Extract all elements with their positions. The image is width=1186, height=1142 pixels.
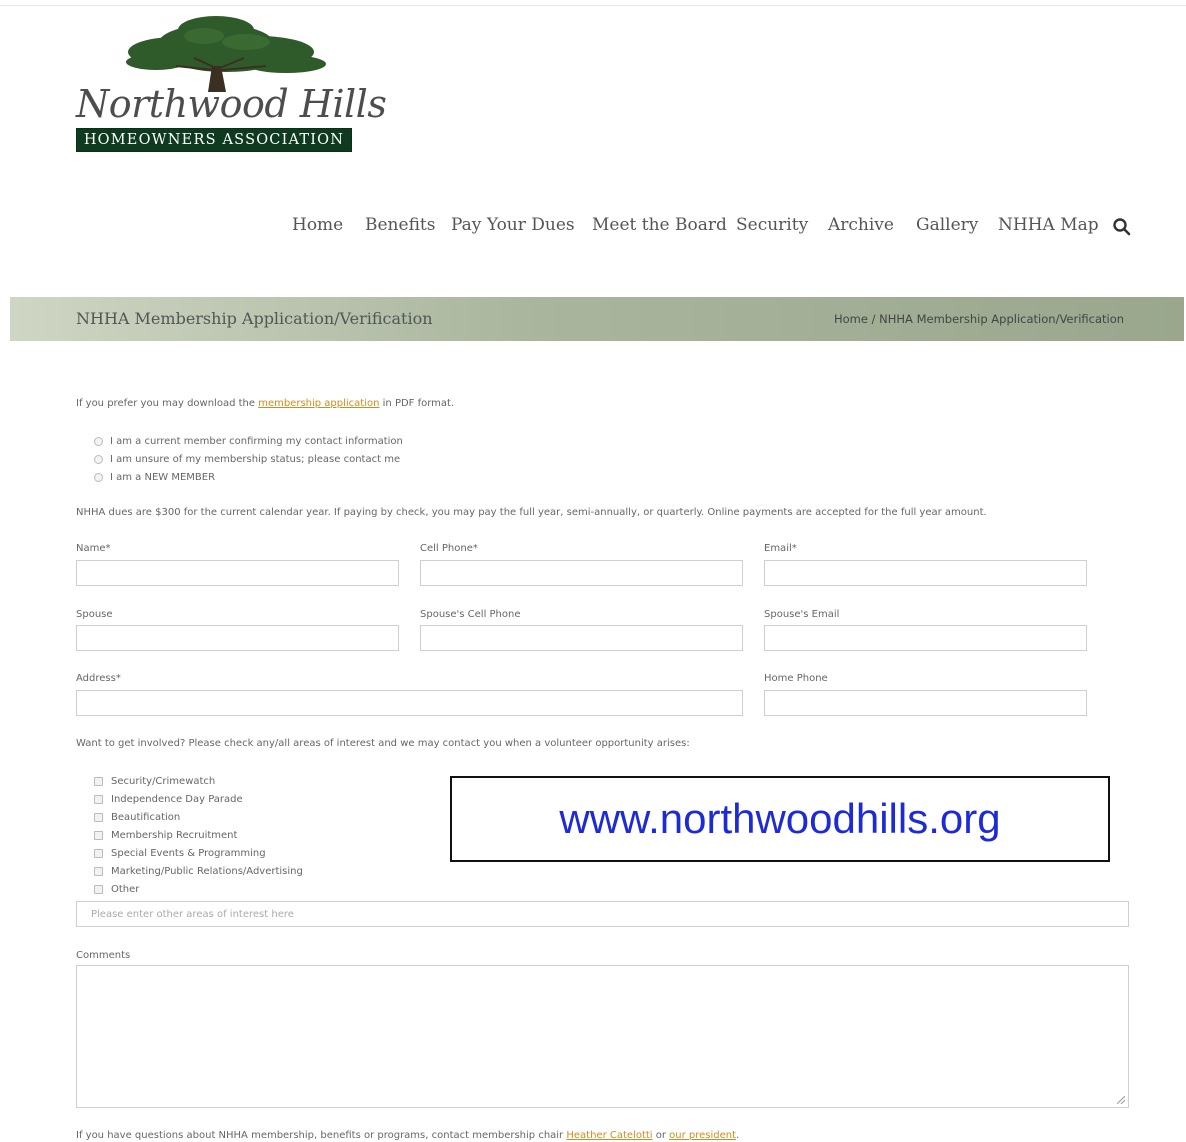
- nav-gallery[interactable]: Gallery: [916, 215, 978, 235]
- interest-option-label: Membership Recruitment: [111, 829, 238, 841]
- interest-option[interactable]: Membership Recruitment: [94, 826, 303, 844]
- breadcrumb-home-link[interactable]: Home: [834, 312, 868, 326]
- name-input[interactable]: [76, 560, 399, 586]
- interest-option[interactable]: Independence Day Parade: [94, 790, 303, 808]
- interest-option-label: Security/Crimewatch: [111, 775, 216, 787]
- footer-text-after: .: [736, 1130, 740, 1141]
- email-label: Email*: [764, 543, 797, 554]
- interest-option-label: Independence Day Parade: [111, 793, 243, 805]
- status-option-unsure[interactable]: I am unsure of my membership status; ple…: [94, 450, 403, 468]
- checkbox[interactable]: [94, 794, 103, 804]
- checkbox[interactable]: [94, 812, 103, 822]
- breadcrumb-current: NHHA Membership Application/Verification: [879, 312, 1125, 326]
- spouse-cell-input[interactable]: [420, 625, 743, 651]
- page-title: NHHA Membership Application/Verification: [76, 309, 433, 328]
- checkbox[interactable]: [94, 866, 103, 876]
- checkbox[interactable]: [94, 848, 103, 858]
- interest-option-label: Beautification: [111, 811, 181, 823]
- logo-script-text: Northwood Hills: [76, 82, 387, 126]
- interest-option-label: Marketing/Public Relations/Advertising: [111, 865, 303, 877]
- status-option-new[interactable]: I am a NEW MEMBER: [94, 468, 403, 486]
- radio-button[interactable]: [94, 436, 103, 446]
- president-link[interactable]: our president: [669, 1130, 736, 1141]
- top-divider: [0, 5, 1186, 6]
- home-phone-label: Home Phone: [764, 673, 828, 684]
- breadcrumb-separator: /: [867, 312, 880, 326]
- checkbox[interactable]: [94, 884, 103, 894]
- home-phone-input[interactable]: [764, 690, 1087, 716]
- interest-checkbox-group: Security/Crimewatch Independence Day Par…: [94, 772, 303, 898]
- comments-textarea[interactable]: [76, 965, 1129, 1108]
- membership-status-group: I am a current member confirming my cont…: [94, 432, 403, 486]
- address-input[interactable]: [76, 690, 743, 716]
- spouse-email-input[interactable]: [764, 625, 1087, 651]
- status-option-label: I am a current member confirming my cont…: [110, 435, 403, 447]
- nav-nhha-map[interactable]: NHHA Map: [998, 215, 1099, 235]
- radio-button[interactable]: [94, 472, 103, 482]
- spouse-label: Spouse: [76, 609, 113, 620]
- intro-text: If you prefer you may download the membe…: [76, 398, 454, 409]
- status-option-label: I am unsure of my membership status; ple…: [110, 453, 401, 465]
- logo-band: HOMEOWNERS ASSOCIATION: [76, 128, 352, 152]
- nav-benefits[interactable]: Benefits: [365, 215, 435, 235]
- dues-text: NHHA dues are $300 for the current calen…: [76, 507, 987, 518]
- nav-home[interactable]: Home: [292, 215, 343, 235]
- website-watermark-text: www.northwoodhills.org: [559, 795, 1001, 842]
- checkbox[interactable]: [94, 776, 103, 786]
- footer-text-middle: or: [652, 1130, 670, 1141]
- interest-option[interactable]: Special Events & Programming: [94, 844, 303, 862]
- nav-security[interactable]: Security: [736, 215, 808, 235]
- name-label: Name*: [76, 543, 111, 554]
- interest-option-label: Other: [111, 883, 140, 895]
- involvement-prompt: Want to get involved? Please check any/a…: [76, 738, 690, 749]
- checkbox[interactable]: [94, 830, 103, 840]
- address-label: Address*: [76, 673, 121, 684]
- intro-text-after: in PDF format.: [379, 398, 455, 409]
- status-option-label: I am a NEW MEMBER: [110, 471, 216, 483]
- radio-button[interactable]: [94, 454, 103, 464]
- interest-option[interactable]: Beautification: [94, 808, 303, 826]
- interest-option[interactable]: Marketing/Public Relations/Advertising: [94, 862, 303, 880]
- cell-phone-input[interactable]: [420, 560, 743, 586]
- nav-pay-your-dues[interactable]: Pay Your Dues: [451, 215, 575, 235]
- membership-chair-link[interactable]: Heather Catelotti: [566, 1130, 652, 1141]
- footer-text-before: If you have questions about NHHA members…: [76, 1130, 567, 1141]
- nav-meet-the-board[interactable]: Meet the Board: [592, 215, 727, 235]
- footer-contact-text: If you have questions about NHHA members…: [76, 1130, 739, 1141]
- resize-handle-icon[interactable]: [1117, 1096, 1125, 1104]
- interest-option[interactable]: Security/Crimewatch: [94, 772, 303, 790]
- cell-phone-label: Cell Phone*: [420, 543, 478, 554]
- website-watermark: www.northwoodhills.org: [450, 776, 1110, 862]
- status-option-current[interactable]: I am a current member confirming my cont…: [94, 432, 403, 450]
- breadcrumb: Home / NHHA Membership Application/Verif…: [834, 312, 1124, 326]
- other-interests-input[interactable]: Please enter other areas of interest her…: [76, 901, 1129, 927]
- email-input[interactable]: [764, 560, 1087, 586]
- comments-label: Comments: [76, 950, 131, 961]
- interest-option-label: Special Events & Programming: [111, 847, 266, 859]
- spouse-cell-label: Spouse's Cell Phone: [420, 609, 521, 620]
- membership-application-link[interactable]: membership application: [258, 398, 379, 409]
- spouse-input[interactable]: [76, 625, 399, 651]
- spouse-email-label: Spouse's Email: [764, 609, 840, 620]
- nav-archive[interactable]: Archive: [828, 215, 894, 235]
- intro-text-before: If you prefer you may download the: [76, 398, 259, 409]
- search-icon[interactable]: [1112, 217, 1132, 237]
- interest-option[interactable]: Other: [94, 880, 303, 898]
